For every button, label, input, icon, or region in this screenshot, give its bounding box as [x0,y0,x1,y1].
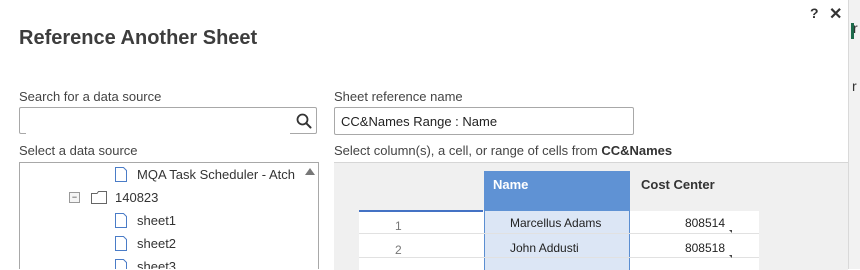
tree-item-label: 140823 [115,189,159,205]
tree-item-label: MQA Task Scheduler - Atch [137,166,295,182]
cell-corner-marker [729,230,732,233]
cell-cost-center[interactable]: 808518 [665,241,725,255]
dialog-title: Reference Another Sheet [19,27,258,49]
row-number[interactable]: 1 [395,219,402,233]
sheet-icon [115,212,127,228]
selection-label: Select column(s), a cell, or range of ce… [334,143,672,158]
column-header-label: Name [493,177,529,192]
tree-item-label: sheet1 [137,212,177,228]
folder-icon [91,190,107,204]
close-button[interactable]: ✕ [829,4,842,24]
grid-top-border [359,210,483,212]
datasource-label: Select a data source [19,143,138,158]
background-text-fragment: r [853,20,858,36]
selection-sheet-name: CC&Names [601,143,673,158]
reference-name-input[interactable] [334,107,634,135]
sheet-icon [115,258,127,269]
tree-item-sheet[interactable]: sheet3 [115,256,176,269]
reference-name-label: Sheet reference name [334,89,463,104]
cell-cost-center[interactable]: 808514 [665,216,725,230]
sheet-preview-grid[interactable]: Name Cost Center 1 Marcellus Adams 80851… [334,162,848,270]
tree-item-label: sheet3 [137,258,177,270]
background-text-fragment-2: r [852,78,857,94]
scroll-up-arrow-icon[interactable] [305,168,315,175]
background-app-edge: r r [848,0,860,269]
collapse-icon[interactable]: − [69,191,80,203]
datasource-tree[interactable]: MQA Task Scheduler - Atch − 140823 sheet… [19,162,319,269]
column-header-cost-center[interactable]: Cost Center [641,177,715,192]
row-number[interactable]: 2 [395,243,402,257]
search-icon[interactable] [296,113,312,129]
tree-item-folder[interactable]: − 140823 [69,187,158,207]
help-button[interactable]: ? [810,5,819,21]
tree-item-sheet[interactable]: sheet2 [115,233,176,253]
tree-item-sheet[interactable]: MQA Task Scheduler - Atch [115,164,295,184]
search-field[interactable] [19,107,317,134]
cell-corner-marker [729,255,732,258]
tree-item-sheet[interactable]: sheet1 [115,210,176,230]
row-divider [359,233,759,234]
sheet-icon [115,235,127,251]
row-divider [359,257,759,258]
cell-name[interactable]: John Addusti [510,241,579,255]
search-input[interactable] [26,109,290,134]
search-label: Search for a data source [19,89,162,104]
cell-name[interactable]: Marcellus Adams [510,216,601,230]
column-header-name[interactable]: Name [484,171,630,211]
tree-item-label: sheet2 [137,235,177,251]
sheet-icon [115,166,127,182]
reference-sheet-dialog: ? ✕ Reference Another Sheet Search for a… [0,0,848,270]
selection-label-prefix: Select column(s), a cell, or range of ce… [334,143,602,158]
